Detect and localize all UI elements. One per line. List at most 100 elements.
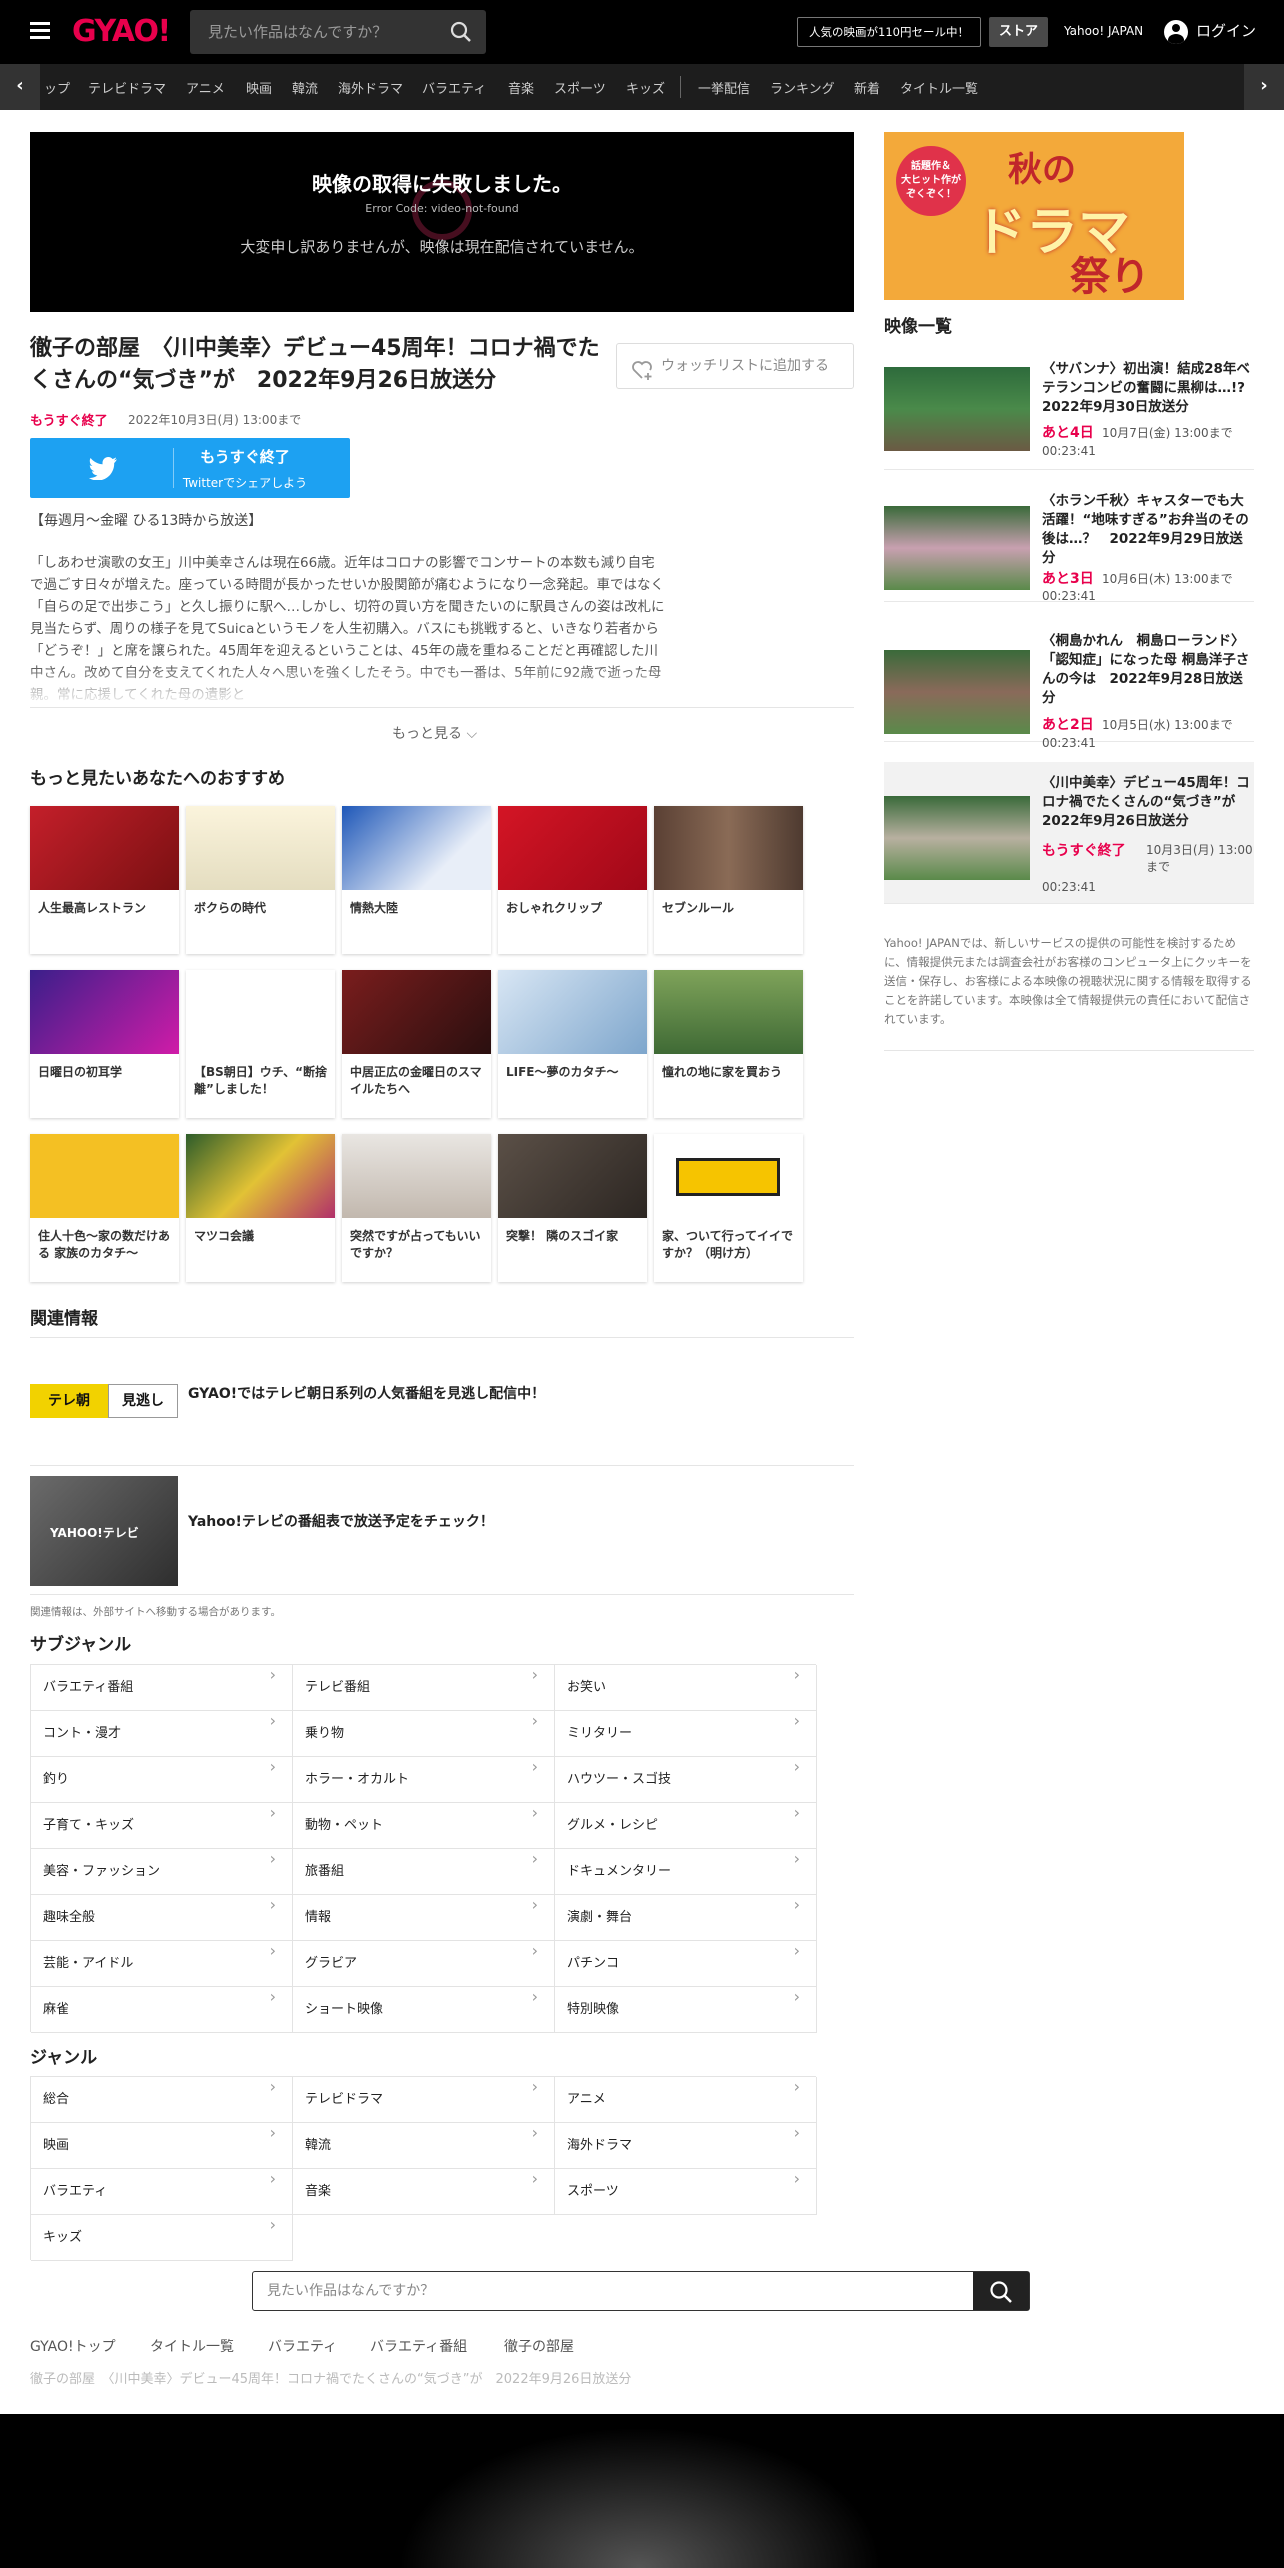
subgenre-item[interactable]: ショート映像 › — [293, 1987, 555, 2033]
add-watchlist-button[interactable]: ウォッチリストに追加する — [616, 343, 854, 389]
genre-item[interactable]: テレビドラマ › — [293, 2077, 555, 2123]
recommend-card[interactable]: 突撃！ 隣のスゴイ家 — [498, 1134, 647, 1282]
genre-item[interactable]: バラエティ › — [31, 2169, 293, 2215]
subgenre-item[interactable]: 芸能・アイドル › — [31, 1941, 293, 1987]
header-search-input[interactable] — [190, 10, 440, 54]
login-button[interactable]: ログイン — [1164, 18, 1256, 44]
recommend-card[interactable]: セブンルール — [654, 806, 803, 954]
recommend-card[interactable]: 家、ついて行ってイイですか？（明け方） — [654, 1134, 803, 1282]
genre-item[interactable]: 音楽 › — [293, 2169, 555, 2215]
video-list-item[interactable]: 〈桐島かれん 桐島ローランド〉「認知症」になった母 桐島洋子さんの今は 2022… — [884, 620, 1254, 750]
subgenre-item[interactable]: 特別映像 › — [555, 1987, 817, 2033]
related-link-yahoo-tv[interactable]: Yahoo!テレビの番組表で放送予定をチェック！ — [188, 1511, 494, 1531]
nav-item-kids[interactable]: キッズ — [626, 78, 665, 97]
recommend-card[interactable]: 中居正広の金曜日のスマイルたちへ — [342, 970, 491, 1118]
subgenre-item[interactable]: グルメ・レシピ › — [555, 1803, 817, 1849]
recommend-card[interactable]: 【BS朝日】ウチ、“断捨離”しました！ — [186, 970, 335, 1118]
subgenre-item[interactable]: 美容・ファッション › — [31, 1849, 293, 1895]
recommend-card[interactable]: ボクらの時代 — [186, 806, 335, 954]
nav-item-drama[interactable]: テレビドラマ — [88, 78, 166, 97]
subgenre-item[interactable]: テレビ番組 › — [293, 1665, 555, 1711]
subgenre-item[interactable]: 動物・ペット › — [293, 1803, 555, 1849]
recommend-card[interactable]: 人生最高レストラン — [30, 806, 179, 954]
recommend-card[interactable]: 憧れの地に家を買おう — [654, 970, 803, 1118]
yahoo-tv-thumbnail[interactable]: YAHOO!テレビ — [30, 1476, 178, 1586]
related-link-tvasahi[interactable]: GYAO!ではテレビ朝日系列の人気番組を見逃し配信中！ — [188, 1383, 545, 1403]
video-list-item[interactable]: 〈ホラン千秋〉キャスターでも大活躍！“地味すぎる”お弁当のその後は…？ 2022… — [884, 480, 1254, 603]
genre-item[interactable]: 海外ドラマ › — [555, 2123, 817, 2169]
breadcrumb-variety-program[interactable]: バラエティ番組 — [370, 2336, 467, 2356]
recommend-card[interactable]: マツコ会議 — [186, 1134, 335, 1282]
nav-item-overseas-drama[interactable]: 海外ドラマ — [338, 78, 403, 97]
recommend-title: 中居正広の金曜日のスマイルたちへ — [350, 1065, 482, 1096]
nav-item-korean[interactable]: 韓流 — [292, 78, 318, 97]
subgenre-item[interactable]: パチンコ › — [555, 1941, 817, 1987]
subgenre-item[interactable]: 演劇・舞台 › — [555, 1895, 817, 1941]
nav-item-variety[interactable]: バラエティ — [422, 78, 486, 97]
hamburger-menu-icon[interactable] — [30, 22, 50, 40]
subgenre-item[interactable]: 乗り物 › — [293, 1711, 555, 1757]
store-button[interactable]: ストア — [989, 17, 1048, 47]
video-list-item-current[interactable]: 〈川中美幸〉デビュー45周年！コロナ禍でたくさんの“気づき”が 2022年9月2… — [884, 762, 1254, 904]
bottom-search-input[interactable] — [253, 2272, 975, 2310]
show-more-button[interactable]: もっと見る ⌵ — [392, 723, 477, 743]
subgenre-item[interactable]: グラビア › — [293, 1941, 555, 1987]
subgenre-item[interactable]: 麻雀 › — [31, 1987, 293, 2033]
recommend-card[interactable]: LIFE～夢のカタチ～ — [498, 970, 647, 1118]
subgenre-label: 子育て・キッズ — [43, 1818, 135, 1833]
genre-item[interactable]: 映画 › — [31, 2123, 293, 2169]
search-icon[interactable] — [450, 21, 472, 47]
genre-item[interactable]: 韓流 › — [293, 2123, 555, 2169]
subgenre-item[interactable]: 趣味全般 › — [31, 1895, 293, 1941]
genre-item[interactable]: キッズ › — [31, 2215, 293, 2261]
movie-sale-link[interactable]: 人気の映画が110円セール中！ — [797, 17, 981, 47]
nav-item-titles[interactable]: タイトル一覧 — [900, 78, 978, 97]
recommend-card[interactable]: 日曜日の初耳学 — [30, 970, 179, 1118]
nav-item-anime[interactable]: アニメ — [186, 78, 225, 97]
subgenre-item[interactable]: ミリタリー › — [555, 1711, 817, 1757]
genre-item[interactable]: 総合 › — [31, 2077, 293, 2123]
subgenre-item[interactable]: 情報 › — [293, 1895, 555, 1941]
heart-plus-icon — [631, 355, 655, 399]
nav-item-binge[interactable]: 一挙配信 — [698, 78, 750, 97]
subgenre-item[interactable]: 旅番組 › — [293, 1849, 555, 1895]
tv-asahi-logo[interactable]: テレ朝 見逃し — [30, 1384, 178, 1418]
twitter-share-button[interactable]: もうすぐ終了 Twitterでシェアしよう — [30, 438, 350, 498]
subgenre-item[interactable]: ホラー・オカルト › — [293, 1757, 555, 1803]
nav-item-new[interactable]: 新着 — [854, 78, 880, 97]
breadcrumb-top[interactable]: GYAO!トップ — [30, 2336, 116, 2356]
genre-item[interactable]: スポーツ › — [555, 2169, 817, 2215]
subgenre-item[interactable]: ドキュメンタリー › — [555, 1849, 817, 1895]
video-until: 10月3日(月) 13:00まで — [1146, 843, 1253, 874]
breadcrumb-series[interactable]: 徹子の部屋 — [504, 2336, 574, 2356]
breadcrumb-variety[interactable]: バラエティ — [268, 2336, 337, 2356]
subgenre-item[interactable]: ハウツー・スゴ技 › — [555, 1757, 817, 1803]
recommend-card[interactable]: おしゃれクリップ — [498, 806, 647, 954]
subgenre-item[interactable]: コント・漫才 › — [31, 1711, 293, 1757]
nav-prev-arrow-icon[interactable]: ‹ — [0, 64, 40, 110]
video-player[interactable]: 映像の取得に失敗しました。 Error Code: video-not-foun… — [30, 132, 854, 312]
chevron-right-icon: › — [269, 1757, 276, 1776]
nav-next-arrow-icon[interactable]: › — [1244, 64, 1284, 110]
yahoo-japan-link[interactable]: Yahoo! JAPAN — [1064, 24, 1143, 38]
twitter-bird-icon — [88, 456, 118, 484]
bottom-search-button[interactable] — [973, 2272, 1029, 2310]
subgenre-item[interactable]: 子育て・キッズ › — [31, 1803, 293, 1849]
nav-item-ranking[interactable]: ランキング — [770, 78, 835, 97]
recommend-card[interactable]: 突然ですが占ってもいいですか？ — [342, 1134, 491, 1282]
nav-item-top[interactable]: トップ — [44, 78, 70, 97]
video-list-item[interactable]: 〈サバンナ〉初出演！結成28年ベテランコンビの奮闘に黒柳は…!? 2022年9月… — [884, 348, 1259, 470]
nav-item-music[interactable]: 音楽 — [508, 78, 534, 97]
subgenre-item[interactable]: 釣り › — [31, 1757, 293, 1803]
recommend-thumbnail — [654, 970, 803, 1054]
gyao-logo[interactable]: GYAO! — [72, 14, 171, 49]
nav-item-movie[interactable]: 映画 — [246, 78, 272, 97]
recommend-card[interactable]: 情熱大陸 — [342, 806, 491, 954]
breadcrumb-titles[interactable]: タイトル一覧 — [150, 2336, 234, 2356]
nav-item-sports[interactable]: スポーツ — [554, 78, 606, 97]
subgenre-item[interactable]: お笑い › — [555, 1665, 817, 1711]
subgenre-item[interactable]: バラエティ番組 › — [31, 1665, 293, 1711]
autumn-drama-banner[interactable]: 話題作＆ 大ヒット作が ぞくぞく！ 秋の ドラマ 祭り — [884, 132, 1184, 300]
genre-item[interactable]: アニメ › — [555, 2077, 817, 2123]
recommend-card[interactable]: 住人十色～家の数だけある 家族のカタチ～ — [30, 1134, 179, 1282]
